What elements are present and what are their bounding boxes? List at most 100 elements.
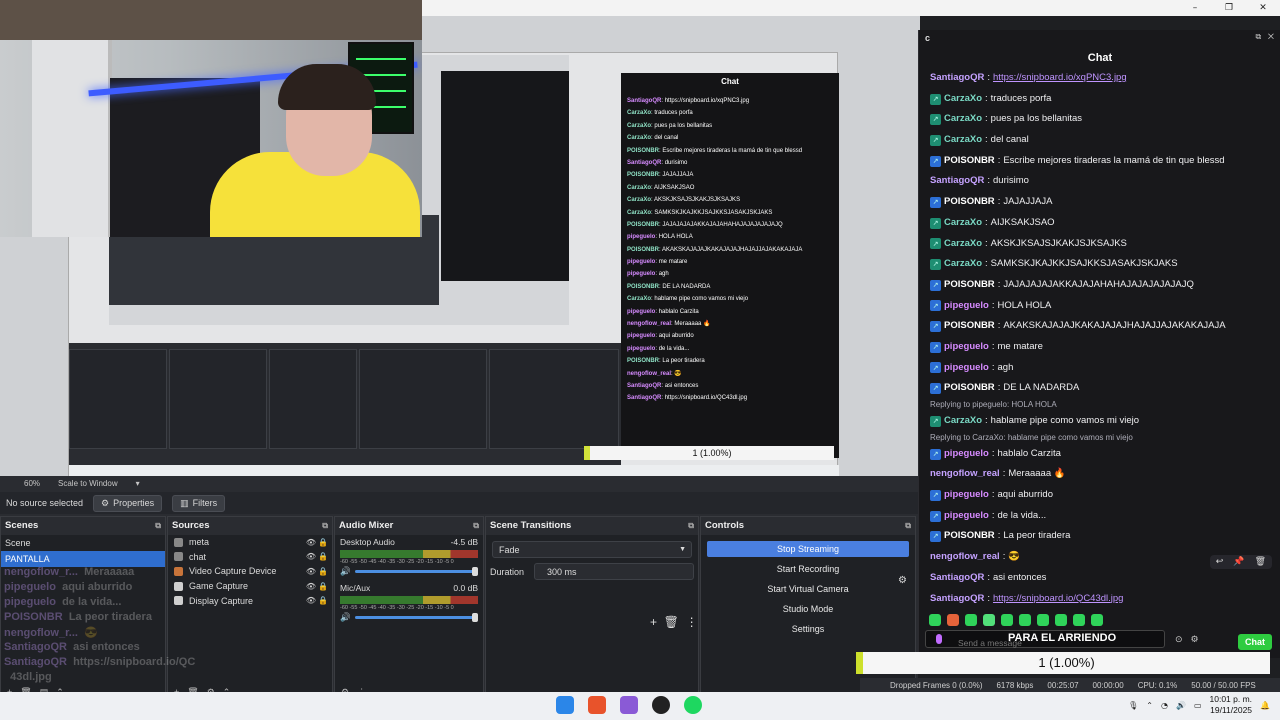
chat-message[interactable]: ↗ pipeguelo: hablalo Carzita <box>919 444 1280 465</box>
chat-username[interactable]: CarzaXo <box>944 130 982 151</box>
eye-icon[interactable]: 👁 <box>306 582 316 591</box>
speaker-icon[interactable]: 🔊 <box>340 612 351 623</box>
eye-icon[interactable]: 👁 <box>306 552 316 561</box>
windows-start-icon[interactable] <box>556 696 574 714</box>
chat-username[interactable]: nengoflow_real <box>930 547 1000 568</box>
chat-message[interactable]: ↗ CarzaXo: del canal <box>919 130 1280 151</box>
pin-icon[interactable]: 📌 <box>1233 557 1244 567</box>
chat-message[interactable]: ↗ POISONBR: AKAKSKAJAJAJKAKAJAJAJHAJAJJAJA… <box>919 316 1280 337</box>
chat-username[interactable]: CarzaXo <box>944 89 982 110</box>
zoom-level[interactable]: 60% <box>24 479 40 488</box>
chat-username[interactable]: POISONBR <box>944 151 995 172</box>
wifi-icon[interactable]: ◔ <box>1161 701 1168 710</box>
chat-username[interactable]: SantiagoQR <box>930 589 984 610</box>
lock-icon[interactable]: 🔒 <box>318 552 328 561</box>
chat-message[interactable]: ↗ POISONBR: La peor tiradera <box>919 526 1280 547</box>
popout-icon[interactable]: ⧉ <box>688 517 694 535</box>
chat-message[interactable]: ↗ CarzaXo: SAMKSKJKAJKKJSAJKKSJASAKJSKJAKS <box>919 254 1280 275</box>
chat-message[interactable]: nengoflow_real: Meraaaaa 🔥 <box>919 464 1280 485</box>
restore-icon[interactable]: ❐ <box>1212 0 1246 16</box>
reply-icon[interactable]: ↩ <box>1216 557 1224 567</box>
chat-message[interactable]: ↗ pipeguelo: HOLA HOLA <box>919 296 1280 317</box>
chat-username[interactable]: SantiagoQR <box>930 171 984 192</box>
close-icon[interactable]: ✕ <box>1246 0 1280 16</box>
chat-send-button[interactable]: Chat <box>1238 634 1272 650</box>
emote-icon[interactable] <box>1037 614 1049 626</box>
chat-message[interactable]: SantiagoQR: asi entonces <box>919 568 1280 589</box>
settings-button[interactable]: Settings <box>707 621 909 637</box>
obs-icon[interactable] <box>652 696 670 714</box>
add-transition-icon[interactable]: + 🗑 ⋮ <box>650 615 698 629</box>
chat-message[interactable]: ↗ pipeguelo: de la vida... <box>919 506 1280 527</box>
lock-icon[interactable]: 🔒 <box>318 596 328 605</box>
emote-icon[interactable] <box>1019 614 1031 626</box>
bell-icon[interactable]: 🔔 <box>1260 701 1270 710</box>
chat-message[interactable]: ↗ CarzaXo: pues pa los bellanitas <box>919 109 1280 130</box>
chat-message[interactable]: ↗ POISONBR: DE LA NADARDA <box>919 378 1280 399</box>
chat-message[interactable]: SantiagoQR: durisimo <box>919 171 1280 192</box>
chat-message[interactable]: ↗ CarzaXo: traduces porfa <box>919 89 1280 110</box>
chat-username[interactable]: pipeguelo <box>944 337 989 358</box>
minimize-icon[interactable]: – <box>1178 0 1212 16</box>
filters-button[interactable]: ▥ Filters <box>172 494 226 512</box>
lock-icon[interactable]: 🔒 <box>318 567 328 576</box>
chat-reply-context[interactable]: Replying to pipeguelo: HOLA HOLA <box>919 399 1280 411</box>
chat-message[interactable]: ↗ CarzaXo: AKSKJKSAJSJKAKJSJKSAJKS <box>919 234 1280 255</box>
scene-item-selected[interactable]: PANTALLA <box>1 551 165 567</box>
chat-username[interactable]: POISONBR <box>944 192 995 213</box>
duration-input[interactable]: 300 ms <box>534 563 695 580</box>
chat-username[interactable]: POISONBR <box>944 316 995 337</box>
delete-icon[interactable]: 🗑 <box>1255 557 1266 567</box>
chat-message[interactable]: ↗ POISONBR: JAJAJAJAJAKKAJAJAHAHAJAJAJAJAJ… <box>919 275 1280 296</box>
lock-icon[interactable]: 🔒 <box>318 582 328 591</box>
chat-message[interactable]: ↗ pipeguelo: aqui aburrido <box>919 485 1280 506</box>
scale-mode[interactable]: Scale to Window <box>58 479 118 488</box>
chat-username[interactable]: SantiagoQR <box>930 568 984 589</box>
chat-username[interactable]: POISONBR <box>944 275 995 296</box>
chat-username[interactable]: CarzaXo <box>944 234 982 255</box>
emote-icon[interactable] <box>1001 614 1013 626</box>
chevron-up-icon[interactable]: ⌃ <box>1146 701 1153 710</box>
chat-username[interactable]: CarzaXo <box>944 109 982 130</box>
emote-icon[interactable] <box>983 614 995 626</box>
stop-streaming-button[interactable]: Stop Streaming <box>707 541 909 557</box>
battery-icon[interactable]: ▭ <box>1194 701 1202 710</box>
volume-slider[interactable]: 🔊 <box>340 566 478 576</box>
chat-username[interactable]: pipeguelo <box>944 296 989 317</box>
start-recording-button[interactable]: Start Recording <box>707 561 909 577</box>
clock[interactable]: 10:01 p. m. 19/11/2025 <box>1210 694 1253 716</box>
chat-link[interactable]: https://snipboard.io/xqPNC3.jpg <box>993 68 1127 89</box>
popout-icon[interactable]: ⧉ <box>905 517 911 535</box>
chat-username[interactable]: CarzaXo <box>944 213 982 234</box>
eye-icon[interactable]: 👁 <box>306 596 316 605</box>
transition-select[interactable]: Fade ▼ <box>492 541 692 558</box>
emote-icon[interactable] <box>1055 614 1067 626</box>
chat-message[interactable]: ↗ CarzaXo: AIJKSAKJSAO <box>919 213 1280 234</box>
mic-icon[interactable] <box>936 634 942 644</box>
mic-icon[interactable]: 🎙 <box>1128 701 1138 710</box>
chat-username[interactable]: CarzaXo <box>944 254 982 275</box>
eye-icon[interactable]: 👁 <box>306 567 316 576</box>
source-item[interactable]: chat 👁 🔒 <box>168 550 332 565</box>
chat-input[interactable]: PARA EL ARRIENDO Send a message <box>925 630 1165 648</box>
chat-username[interactable]: CarzaXo <box>944 411 982 432</box>
popout-icon[interactable]: ⧉ <box>155 517 161 535</box>
emote-icon[interactable] <box>947 614 959 626</box>
properties-button[interactable]: ⚙ Properties <box>93 494 163 512</box>
points-icon[interactable]: ⊙ <box>1175 635 1183 645</box>
chat-message[interactable]: SantiagoQR: https://snipboard.io/QC43dl.j… <box>919 589 1280 610</box>
source-item[interactable]: Game Capture 👁 🔒 <box>168 579 332 594</box>
emote-icon[interactable] <box>929 614 941 626</box>
chat-username[interactable]: POISONBR <box>944 526 995 547</box>
chat-message[interactable]: ↗ POISONBR: Escribe mejores tiraderas la m… <box>919 151 1280 172</box>
source-item[interactable]: Video Capture Device 👁 🔒 <box>168 564 332 579</box>
emote-icon[interactable] <box>965 614 977 626</box>
gear-icon[interactable]: ⚙ <box>898 575 907 586</box>
chat-message[interactable]: ↗ pipeguelo: me matare <box>919 337 1280 358</box>
chat-username[interactable]: pipeguelo <box>944 485 989 506</box>
brave-icon[interactable] <box>588 696 606 714</box>
chat-message[interactable]: SantiagoQR: https://snipboard.io/xqPNC3.j… <box>919 68 1280 89</box>
emote-icon[interactable] <box>1091 614 1103 626</box>
eye-icon[interactable]: 👁 <box>306 538 316 547</box>
chat-link[interactable]: https://snipboard.io/QC43dl.jpg <box>993 589 1123 610</box>
